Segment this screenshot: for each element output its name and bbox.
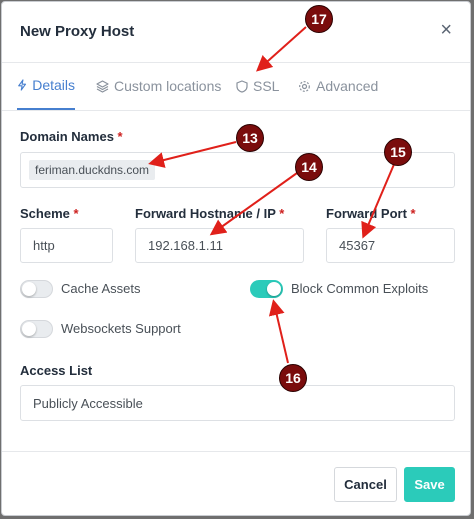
tab-bar: Details Custom locations SSL Advanced [2,62,470,111]
annotation-marker-16: 16 [279,364,307,392]
layers-icon [96,79,109,93]
access-list-select[interactable]: Publicly Accessible [20,385,455,421]
forward-port-input[interactable]: 45367 [326,228,455,263]
access-list-label: Access List [20,363,93,378]
annotation-marker-17: 17 [305,5,333,33]
tab-custom-locations-label: Custom locations [114,78,222,94]
tab-custom-locations[interactable]: Custom locations [96,62,221,110]
forward-port-label: Forward Port * [326,206,416,221]
websockets-support-label: Websockets Support [61,321,181,336]
cancel-button[interactable]: Cancel [334,467,397,502]
tab-advanced-label: Advanced [316,78,379,94]
annotation-marker-14: 14 [295,153,323,181]
scheme-label: Scheme * [20,206,79,221]
dialog-footer: Cancel Save [2,451,470,515]
block-common-exploits-toggle[interactable] [250,280,283,298]
forward-hostname-input[interactable]: 192.168.1.11 [135,228,304,263]
scheme-input[interactable]: http [20,228,113,263]
tab-ssl[interactable]: SSL [236,62,279,110]
bolt-icon [18,79,27,91]
dialog-title: New Proxy Host [20,23,135,40]
save-button[interactable]: Save [404,467,455,502]
tab-advanced[interactable]: Advanced [298,62,378,110]
block-common-exploits-label: Block Common Exploits [291,281,429,296]
domain-chip: feriman.duckdns.com [29,160,156,180]
forward-hostname-label: Forward Hostname / IP * [135,206,285,221]
annotation-marker-15: 15 [384,138,412,166]
tab-ssl-label: SSL [253,78,280,94]
new-proxy-host-dialog: New Proxy Host × Details Custom location… [1,1,471,516]
cache-assets-toggle[interactable] [20,280,53,298]
domain-names-label: Domain Names * [20,129,123,144]
tab-details-label: Details [32,77,75,93]
dialog-header: New Proxy Host × [2,2,470,63]
gear-icon [299,80,310,92]
tab-details[interactable]: Details [17,62,75,110]
websockets-support-toggle[interactable] [20,320,53,338]
cache-assets-label: Cache Assets [61,281,141,296]
close-icon[interactable]: × [440,20,452,40]
shield-icon [236,79,248,93]
annotation-marker-13: 13 [236,124,264,152]
